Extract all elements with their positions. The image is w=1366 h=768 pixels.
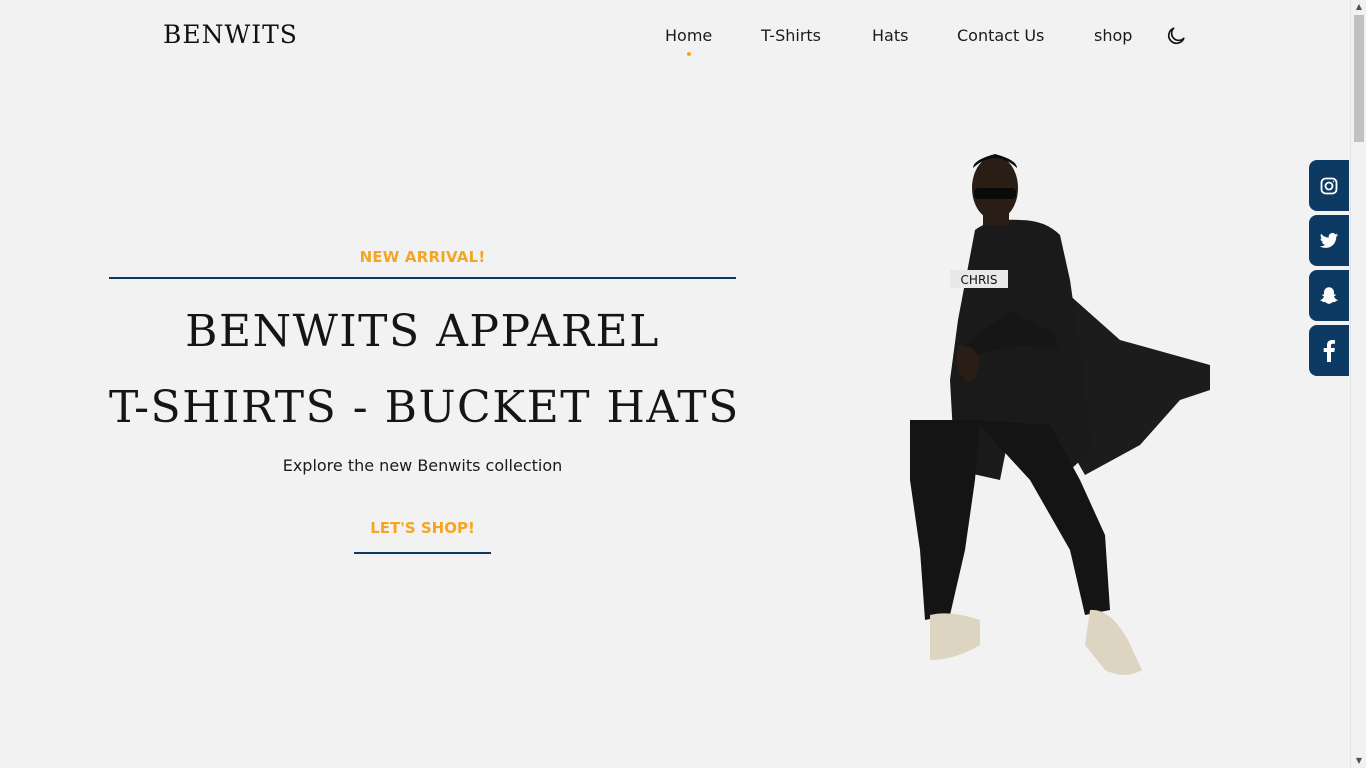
svg-text:CHRIS: CHRIS <box>961 273 998 287</box>
instagram-icon[interactable] <box>1309 160 1349 211</box>
hero-title-line-2: T-SHIRTS - BUCKET HATS <box>109 382 740 433</box>
model-photo: CHRIS <box>880 150 1215 685</box>
nav-hats[interactable]: Hats <box>872 26 908 45</box>
nav-shop[interactable]: shop <box>1094 26 1132 45</box>
hero-section: NEW ARRIVAL! BENWITS APPAREL T-SHIRTS - … <box>109 248 738 554</box>
scroll-up-icon[interactable]: ▲ <box>1351 0 1366 14</box>
hero-subtitle: Explore the new Benwits collection <box>282 456 563 475</box>
main-nav: Home T-Shirts Hats Contact Us shop <box>0 26 1350 56</box>
social-links <box>1309 160 1349 380</box>
shop-button[interactable]: LET'S SHOP! <box>354 519 491 554</box>
page-scrollbar[interactable]: ▲ ▼ <box>1350 0 1366 768</box>
nav-home[interactable]: Home <box>665 26 712 56</box>
facebook-icon[interactable] <box>1309 325 1349 376</box>
snapchat-icon[interactable] <box>1309 270 1349 321</box>
moon-icon[interactable] <box>1165 25 1187 47</box>
scroll-thumb[interactable] <box>1354 15 1364 142</box>
new-arrival-label: NEW ARRIVAL! <box>109 248 736 279</box>
scroll-down-icon[interactable]: ▼ <box>1351 754 1366 768</box>
nav-t-shirts[interactable]: T-Shirts <box>761 26 821 45</box>
twitter-icon[interactable] <box>1309 215 1349 266</box>
nav-contact-us[interactable]: Contact Us <box>957 26 1044 45</box>
hero-title-line-1: BENWITS APPAREL <box>185 306 660 357</box>
hero-title: BENWITS APPAREL T-SHIRTS - BUCKET HATS <box>109 294 738 446</box>
